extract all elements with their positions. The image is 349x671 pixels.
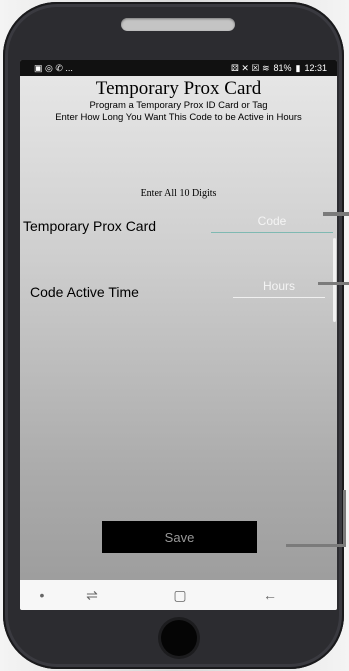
app-screen: ▣ ◎ ✆ ... ⚄ ✕ ☒ ≋ 81% ▮ 12:31 Temporary … [20, 60, 337, 610]
page-title: Temporary Prox Card [95, 78, 262, 99]
android-nav-bar: • ⇌ ▢ ← [20, 580, 337, 610]
battery-icon: ▮ [295, 63, 301, 73]
scrollbar[interactable] [333, 238, 336, 322]
notification-icons: ▣ ◎ ✆ ... [34, 63, 73, 73]
callout-line-save [286, 544, 346, 547]
home-nav-icon[interactable]: ▢ [168, 580, 192, 610]
clock: 12:31 [304, 63, 327, 73]
active-time-label: Code Active Time [30, 284, 139, 300]
callout-line-save-vertical [343, 490, 346, 547]
callout-line-hours [318, 282, 349, 285]
speaker-grille [121, 18, 235, 31]
status-notifications: ▣ ◎ ✆ ... [34, 60, 73, 76]
recent-apps-icon[interactable]: ⇌ [80, 580, 104, 610]
home-button[interactable] [161, 620, 197, 656]
nav-dot-icon[interactable]: • [32, 580, 52, 610]
callout-line-code [323, 212, 349, 216]
page-instructions: Enter How Long You Want This Code to be … [55, 112, 302, 123]
save-button[interactable]: Save [102, 521, 257, 553]
battery-percent: 81% [273, 63, 292, 73]
prox-card-label: Temporary Prox Card [23, 218, 157, 234]
back-icon[interactable]: ← [258, 580, 282, 610]
phone-frame: ▣ ◎ ✆ ... ⚄ ✕ ☒ ≋ 81% ▮ 12:31 Temporary … [3, 2, 344, 669]
hours-input[interactable] [233, 277, 325, 298]
status-bar: ▣ ◎ ✆ ... ⚄ ✕ ☒ ≋ 81% ▮ 12:31 [20, 60, 337, 76]
status-system: ⚄ ✕ ☒ ≋ 81% ▮ 12:31 [231, 60, 327, 76]
page-subtitle: Program a Temporary Prox ID Card or Tag [89, 100, 268, 111]
code-input[interactable] [211, 212, 333, 233]
system-icons: ⚄ ✕ ☒ ≋ [231, 63, 270, 73]
digits-note: Enter All 10 Digits [140, 188, 217, 199]
